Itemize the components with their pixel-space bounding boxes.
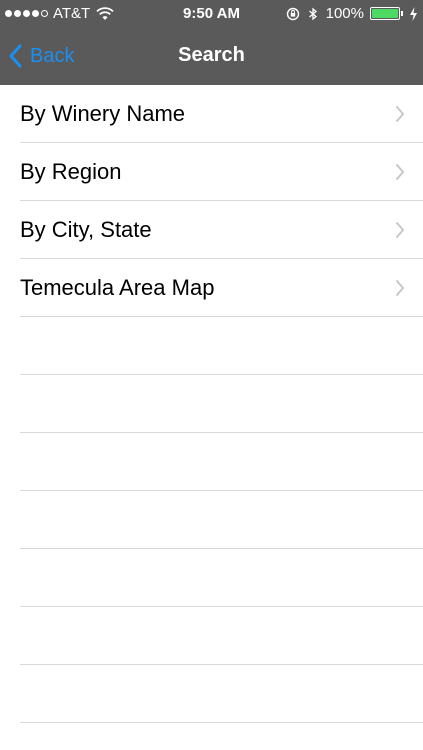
status-right: 100% <box>286 5 418 22</box>
list-item-label: By Region <box>20 159 122 184</box>
empty-row <box>0 375 423 433</box>
search-options-list: By Winery Name By Region By City, State … <box>0 85 423 750</box>
navigation-bar: Back Search <box>0 27 423 85</box>
status-bar: AT&T 9:50 AM 100% <box>0 0 423 27</box>
battery-percent: 100% <box>325 5 364 22</box>
list-item-label: By Winery Name <box>20 101 186 126</box>
list-item-temecula-area-map[interactable]: Temecula Area Map <box>0 259 423 317</box>
bluetooth-icon <box>308 7 317 20</box>
chevron-right-icon <box>396 222 405 238</box>
list-item-label: Temecula Area Map <box>20 275 215 300</box>
list-item-by-city-state[interactable]: By City, State <box>0 201 423 259</box>
empty-row <box>0 549 423 607</box>
empty-row <box>0 317 423 375</box>
empty-row <box>0 665 423 723</box>
chevron-right-icon <box>396 164 405 180</box>
empty-row <box>0 433 423 491</box>
divider <box>20 722 423 723</box>
chevron-right-icon <box>396 106 405 122</box>
empty-row <box>0 491 423 549</box>
rotation-lock-icon <box>286 7 299 20</box>
chevron-right-icon <box>396 280 405 296</box>
list-item-by-region[interactable]: By Region <box>0 143 423 201</box>
list-item-label: By City, State <box>20 217 152 242</box>
page-title: Search <box>178 44 245 66</box>
battery-icon <box>370 7 403 20</box>
list-item-by-winery-name[interactable]: By Winery Name <box>0 85 423 143</box>
empty-row <box>0 607 423 665</box>
charging-bolt-icon <box>410 6 417 21</box>
